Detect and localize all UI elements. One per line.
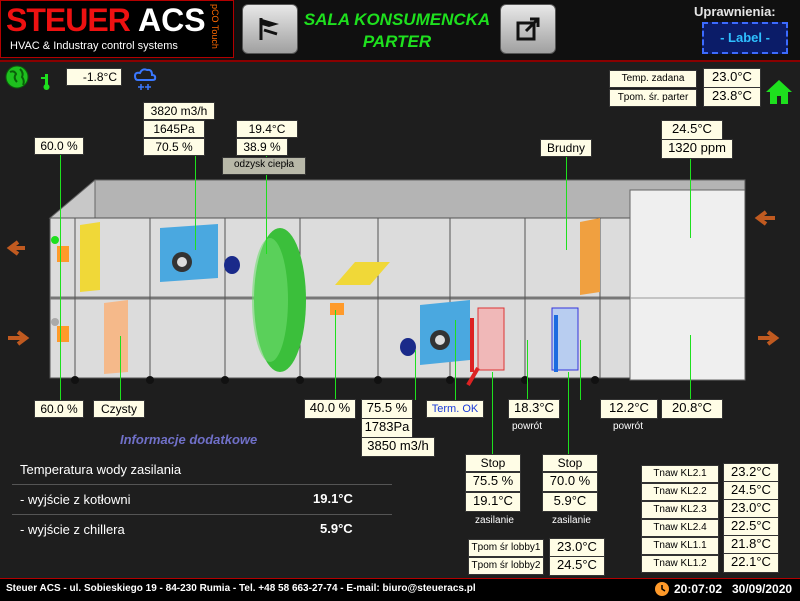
cooler-return-label: powrót [613, 421, 644, 432]
indicator-line [690, 335, 691, 400]
intake-damper-value: 60.0 % [34, 400, 84, 418]
water-supply-temp-heading: Temperatura wody zasilania [20, 462, 182, 477]
heater-return-label: powrót [512, 421, 543, 432]
supply-pressure-value: 1645Pa [143, 120, 205, 138]
lobby1-value: 23.0°C [549, 538, 605, 558]
recovery-temp-value: 19.4°C [236, 120, 298, 138]
external-link-icon [516, 17, 540, 41]
zone-label: Tnaw KL1.2 [641, 555, 719, 573]
zone-value: 22.1°C [723, 553, 779, 573]
clock-icon[interactable] [654, 581, 670, 597]
indicator-line [568, 372, 569, 454]
zone-value: 24.5°C [723, 481, 779, 501]
chiller-outlet-label: - wyjście z chillera [20, 522, 125, 537]
cooler-supply-label: zasilanie [552, 515, 591, 526]
dirty-filter-status: Brudny [540, 139, 592, 157]
supply-fan-speed-value: 70.5 % [143, 138, 205, 156]
temp-setpoint-label: Temp. zadana [609, 70, 697, 88]
outdoor-thermometer-icon [41, 74, 50, 90]
company-address: Steuer ACS - ul. Sobieskiego 19 - 84-230… [6, 583, 476, 594]
exhaust-damper-value: 60.0 % [34, 137, 84, 155]
boiler-outlet-value: 19.1°C [313, 491, 353, 506]
logo-brand: STEUER [6, 2, 131, 38]
exhaust-fan-speed-value: 75.5 % [361, 399, 413, 419]
external-link-button[interactable] [500, 4, 556, 54]
lobby2-label: Tpom śr lobby2 [468, 557, 544, 575]
lobby1-label: Tpom śr lobby1 [468, 539, 544, 557]
permissions-button[interactable]: - Label - [702, 22, 788, 54]
zone-label: Tnaw KL2.3 [641, 501, 719, 519]
indicator-line [455, 320, 456, 400]
indicator-line [335, 310, 336, 400]
outdoor-temp-value: -1.8°C [66, 68, 122, 86]
supply-air-temp-value: 20.8°C [661, 399, 723, 419]
zone-value: 23.2°C [723, 463, 779, 483]
page-subtitle: PARTER [362, 32, 432, 51]
logo-pco-touch: pCO Touch [210, 4, 220, 49]
logo-subtitle: HVAC & Industray control systems [10, 40, 178, 52]
info-panel-title: Informacje dodatkowe [120, 432, 258, 447]
zone-value: 22.5°C [723, 517, 779, 537]
cooler-supply-temp-value: 5.9°C [542, 492, 598, 512]
heater-supply-temp-value: 19.1°C [465, 492, 521, 512]
indicator-line [415, 350, 416, 400]
co2-value: 1320 ppm [661, 139, 733, 159]
heater-supply-label: zasilanie [475, 515, 514, 526]
globe-icon[interactable] [4, 64, 30, 90]
clock-date: 30/09/2020 [732, 582, 793, 596]
cooler-pump-status[interactable]: Stop [542, 454, 598, 472]
cooler-return-temp-value: 12.2°C [600, 399, 658, 419]
exhaust-pressure-value: 1783Pa [361, 418, 413, 438]
zone-label: Tnaw KL2.1 [641, 465, 719, 483]
exhaust-flow-value: 3850 m3/h [361, 437, 435, 457]
exhaust-temp-value: 24.5°C [661, 120, 723, 140]
clock-time: 20:07:02 [674, 582, 723, 596]
recovery-label: odzysk ciepła [222, 157, 306, 175]
zone-label: Tnaw KL1.1 [641, 537, 719, 555]
divider [12, 514, 392, 515]
boiler-outlet-label: - wyjście z kotłowni [20, 492, 131, 507]
logo-brand-acs: ACS [138, 2, 206, 38]
indicator-line [690, 154, 691, 238]
lobby2-value: 24.5°C [549, 556, 605, 576]
indicator-line [566, 154, 567, 250]
recovery-percent-value: 38.9 % [236, 138, 288, 156]
thermostat-status: Term. OK [426, 400, 484, 418]
zone-label: Tnaw KL2.2 [641, 483, 719, 501]
zone-value: 23.0°C [723, 499, 779, 519]
temp-setpoint-value[interactable]: 23.0°C [703, 68, 761, 88]
indicator-line [195, 154, 196, 250]
page-title: SALA KONSUMENCKA [303, 10, 491, 29]
zone-label: Tnaw KL2.4 [641, 519, 719, 537]
clean-filter-status: Czysty [93, 400, 145, 418]
mixing-damper-value: 40.0 % [304, 399, 356, 419]
divider [12, 484, 392, 485]
indicator-line [527, 340, 528, 400]
chiller-outlet-value: 5.9°C [320, 521, 353, 536]
indicator-line [492, 372, 493, 454]
heater-valve-value: 75.5 % [465, 472, 521, 492]
zone-value: 21.8°C [723, 535, 779, 555]
supply-flow-value: 3820 m3/h [143, 102, 215, 120]
heater-return-temp-value: 18.3°C [508, 399, 560, 419]
indicator-line [60, 154, 61, 400]
indicator-line [580, 340, 581, 400]
weather-snow-icon [133, 68, 157, 90]
heater-pump-status[interactable]: Stop [465, 454, 521, 472]
indicator-line [120, 336, 121, 400]
permissions-label: Uprawnienia: [694, 4, 776, 19]
cooler-valve-value: 70.0 % [542, 472, 598, 492]
